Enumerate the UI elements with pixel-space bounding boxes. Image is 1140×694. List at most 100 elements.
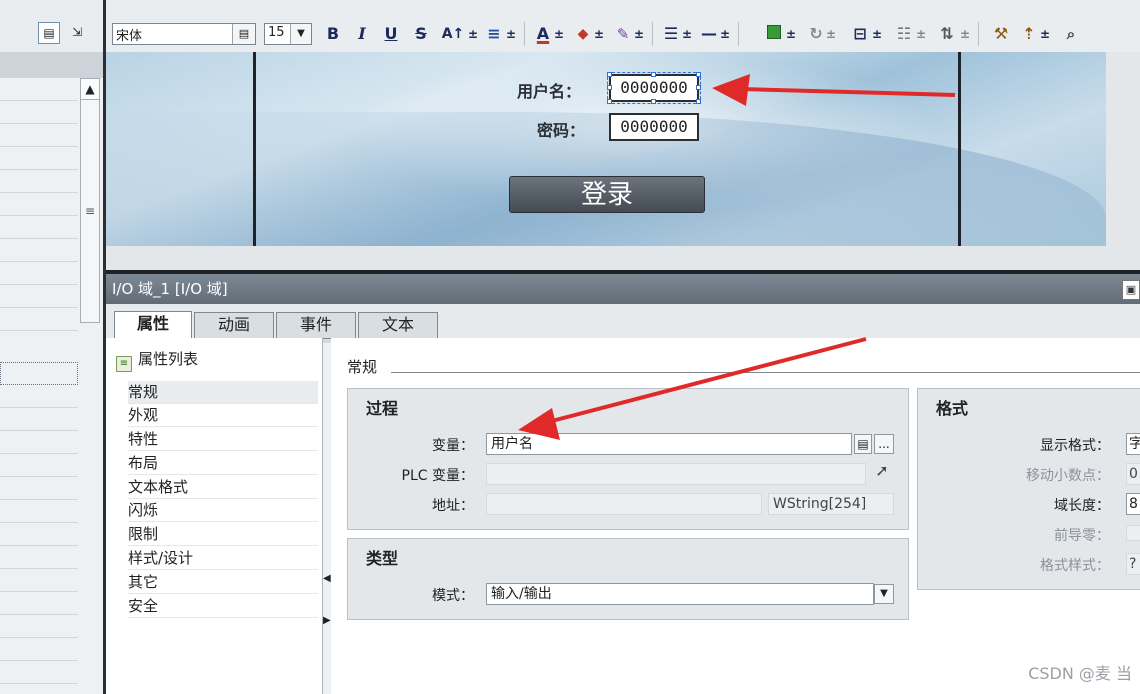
format-painter-icon[interactable]: ⚒	[990, 22, 1012, 46]
font-list-icon[interactable]: ▤	[232, 24, 255, 44]
dropdown-arrow-icon[interactable]: ±	[1040, 22, 1050, 46]
dropdown-arrow-icon[interactable]: ±	[554, 22, 564, 46]
font-color-button[interactable]: A	[532, 22, 554, 46]
distribute-icon[interactable]: ☷	[894, 22, 914, 46]
tree-row[interactable]	[0, 546, 78, 569]
dropdown-arrow-icon[interactable]: ±	[960, 22, 970, 46]
variable-input[interactable]: 用户名	[486, 433, 852, 455]
tree-row[interactable]	[0, 431, 78, 454]
property-item-limits[interactable]: 限制	[128, 523, 318, 546]
property-item-styles[interactable]: 样式/设计	[128, 547, 318, 570]
tab-animations[interactable]: 动画	[194, 312, 274, 338]
scroll-grip-icon[interactable]: ≡	[82, 204, 98, 220]
fill-color-icon[interactable]: ◆	[572, 22, 594, 46]
tree-row[interactable]	[0, 592, 78, 615]
tree-row[interactable]	[0, 454, 78, 477]
property-item-appearance[interactable]: 外观	[128, 404, 318, 427]
property-item-characteristics[interactable]: 特性	[128, 428, 318, 451]
rotate-icon[interactable]: ↻	[806, 22, 826, 46]
line-width-icon[interactable]: —	[698, 22, 720, 46]
scroll-up-icon[interactable]: ▲	[81, 79, 99, 100]
resize-handle[interactable]	[696, 85, 701, 90]
tree-scrollbar[interactable]: ▲ ≡	[80, 78, 100, 323]
align-objects-icon[interactable]: ⊟	[850, 22, 870, 46]
tab-texts[interactable]: 文本	[358, 312, 438, 338]
dropdown-arrow-icon[interactable]: ±	[682, 22, 692, 46]
line-style-icon[interactable]: ☰	[660, 22, 682, 46]
tree-row-selected[interactable]	[0, 362, 78, 385]
variable-list-icon[interactable]: ▤	[854, 434, 872, 454]
resize-handle[interactable]	[651, 99, 656, 104]
list-view-icon[interactable]: ▤	[38, 22, 60, 44]
dropdown-arrow-icon[interactable]: ±	[594, 22, 604, 46]
tree-row[interactable]	[0, 308, 78, 331]
mode-select[interactable]: 输入/输出	[486, 583, 874, 605]
resize-handle[interactable]	[607, 72, 612, 77]
tree-row[interactable]	[0, 285, 78, 308]
password-io-field[interactable]: 0000000	[609, 113, 699, 141]
underline-button[interactable]: U	[382, 22, 400, 46]
property-item-security[interactable]: 安全	[128, 595, 318, 618]
tree-row[interactable]	[0, 101, 78, 124]
tree-row[interactable]	[0, 615, 78, 638]
dropdown-arrow-icon[interactable]: ±	[720, 22, 730, 46]
tree-row[interactable]	[0, 262, 78, 285]
tree-row[interactable]	[0, 216, 78, 239]
resize-handle[interactable]	[651, 72, 656, 77]
tree-row[interactable]	[0, 523, 78, 546]
bring-front-icon[interactable]	[766, 22, 782, 46]
line-color-icon[interactable]: ✎	[612, 22, 634, 46]
tree-row[interactable]	[0, 477, 78, 500]
hmi-screen[interactable]: 用户名： 0000000 密码： 0000000 登录	[106, 52, 1106, 246]
align-button[interactable]: ≡	[482, 22, 506, 46]
tree-row[interactable]	[0, 661, 78, 684]
resize-handle[interactable]	[696, 72, 701, 77]
resize-handle[interactable]	[607, 99, 612, 104]
bold-button[interactable]: B	[324, 22, 342, 46]
chevron-down-icon[interactable]: ▼	[290, 24, 311, 44]
dropdown-arrow-icon[interactable]: ±	[506, 22, 516, 46]
tree-row[interactable]	[0, 500, 78, 523]
username-io-field[interactable]: 0000000	[607, 72, 701, 104]
screen-editor-canvas[interactable]: 用户名： 0000000 密码： 0000000 登录	[106, 52, 1140, 270]
login-button[interactable]: 登录	[509, 176, 705, 213]
resize-handle[interactable]	[607, 85, 612, 90]
font-grow-button[interactable]: A↑	[440, 22, 466, 46]
layer-icon[interactable]: ⇡	[1018, 22, 1040, 46]
tree-row[interactable]	[0, 569, 78, 592]
tab-events[interactable]: 事件	[276, 312, 356, 338]
same-size-icon[interactable]: ⇅	[936, 22, 958, 46]
property-item-flashing[interactable]: 闪烁	[128, 499, 318, 522]
export-icon[interactable]: ⇲	[66, 22, 88, 44]
tree-row[interactable]	[0, 638, 78, 661]
dropdown-arrow-icon[interactable]: ±	[916, 22, 926, 46]
resize-handle[interactable]	[696, 99, 701, 104]
chevron-down-icon[interactable]: ▼	[874, 584, 894, 604]
strikethrough-button[interactable]: S	[412, 22, 430, 46]
tree-row[interactable]	[0, 147, 78, 170]
property-item-misc[interactable]: 其它	[128, 571, 318, 594]
tree-row[interactable]	[0, 239, 78, 262]
tree-row[interactable]	[0, 193, 78, 216]
zoom-icon[interactable]: ⌕	[1060, 22, 1082, 46]
property-list-splitter[interactable]: ◀ ▶	[322, 343, 331, 694]
display-format-select[interactable]: 字	[1126, 433, 1140, 455]
tree-row[interactable]	[0, 78, 78, 101]
property-item-layout[interactable]: 布局	[128, 452, 318, 475]
tree-row[interactable]	[0, 170, 78, 193]
property-item-general[interactable]: 常规	[128, 381, 318, 404]
dropdown-arrow-icon[interactable]: ±	[634, 22, 644, 46]
inspector-window-icon[interactable]: ▣	[1122, 280, 1140, 300]
dropdown-arrow-icon[interactable]: ±	[468, 22, 478, 46]
goto-arrow-icon[interactable]: ➚	[872, 461, 892, 483]
tree-row[interactable]	[0, 385, 78, 408]
dropdown-arrow-icon[interactable]: ±	[872, 22, 882, 46]
tree-row[interactable]	[0, 124, 78, 147]
dropdown-arrow-icon[interactable]: ±	[826, 22, 836, 46]
tab-properties[interactable]: 属性	[114, 311, 192, 338]
tree-row[interactable]	[0, 408, 78, 431]
italic-button[interactable]: I	[354, 22, 370, 46]
expand-right-icon[interactable]: ▶	[323, 613, 331, 629]
collapse-left-icon[interactable]: ◀	[323, 571, 331, 587]
field-length-input[interactable]: 8	[1126, 493, 1140, 515]
